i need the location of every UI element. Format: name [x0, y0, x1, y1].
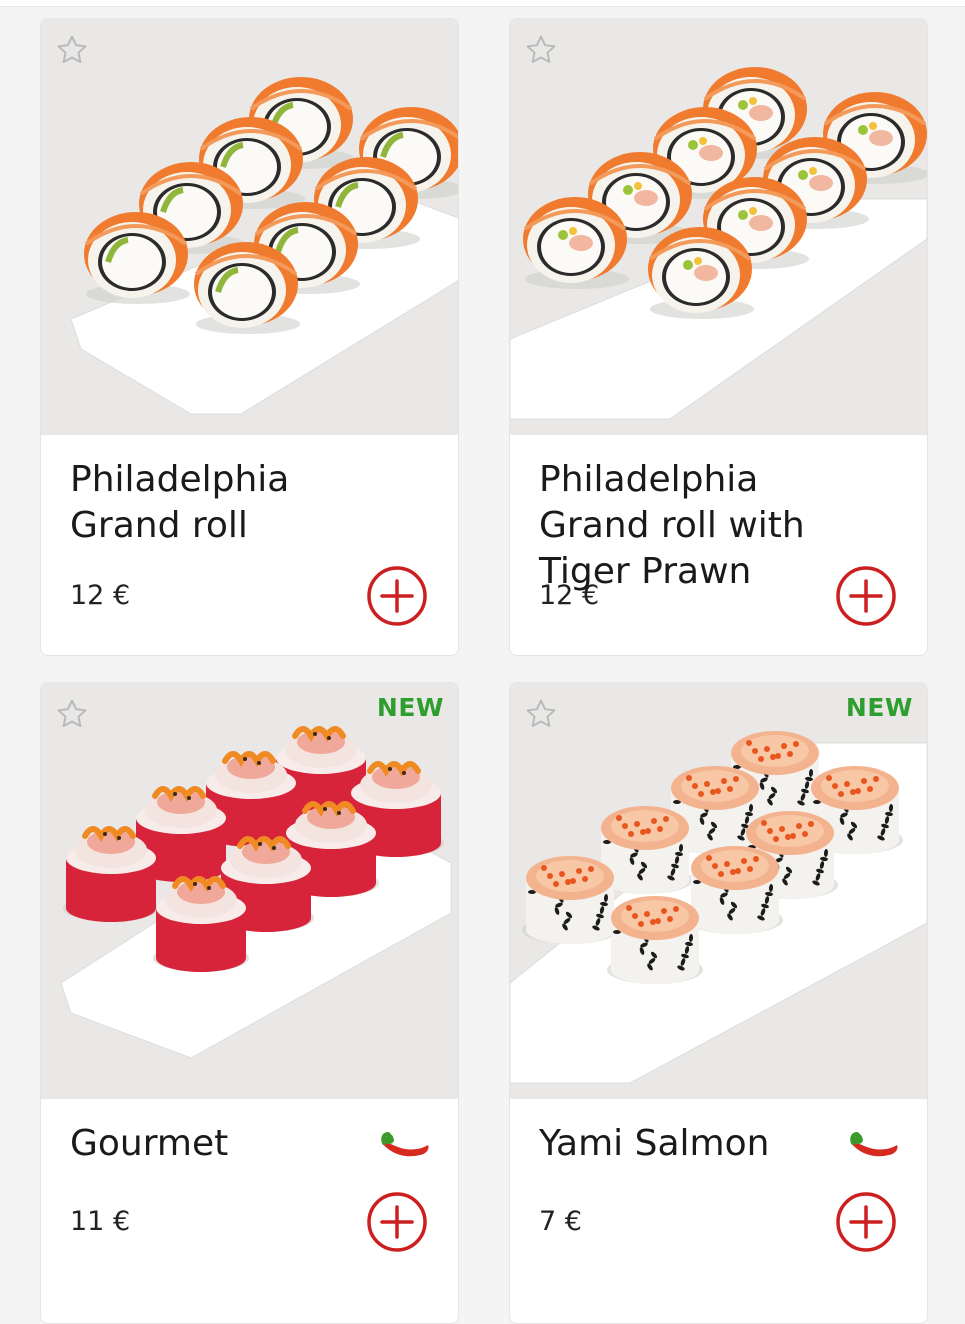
- product-title: Yami Salmon: [539, 1123, 770, 1164]
- add-to-cart-button[interactable]: [366, 1191, 428, 1253]
- top-divider: [0, 0, 965, 7]
- add-to-cart-button[interactable]: [366, 565, 428, 627]
- product-price: 11 €: [70, 1206, 131, 1237]
- new-badge: NEW: [845, 693, 913, 722]
- product-card[interactable]: NEW Yami Salmon 7 €: [509, 682, 928, 1324]
- product-image[interactable]: [41, 19, 458, 435]
- product-image[interactable]: [510, 683, 927, 1099]
- product-image[interactable]: [510, 19, 927, 435]
- new-badge: NEW: [376, 693, 444, 722]
- product-card[interactable]: Philadelphia Grand roll with Tiger Prawn…: [509, 18, 928, 656]
- product-title: Philadelphia Grand roll with Tiger Prawn: [539, 459, 805, 592]
- product-card[interactable]: Philadelphia Grand roll 12 €: [40, 18, 459, 656]
- star-outline-icon[interactable]: [524, 33, 558, 67]
- add-to-cart-button[interactable]: [835, 1191, 897, 1253]
- product-price: 7 €: [539, 1206, 582, 1237]
- chili-pepper-icon: [381, 1131, 429, 1157]
- product-price: 12 €: [539, 580, 600, 611]
- add-to-cart-button[interactable]: [835, 565, 897, 627]
- star-outline-icon[interactable]: [524, 697, 558, 731]
- product-title: Gourmet: [70, 1123, 229, 1164]
- star-outline-icon[interactable]: [55, 33, 89, 67]
- star-outline-icon[interactable]: [55, 697, 89, 731]
- product-image[interactable]: [41, 683, 458, 1099]
- product-card[interactable]: NEW Gourmet 11 €: [40, 682, 459, 1324]
- product-title: Philadelphia Grand roll: [70, 459, 290, 546]
- product-price: 12 €: [70, 580, 131, 611]
- chili-pepper-icon: [850, 1131, 898, 1157]
